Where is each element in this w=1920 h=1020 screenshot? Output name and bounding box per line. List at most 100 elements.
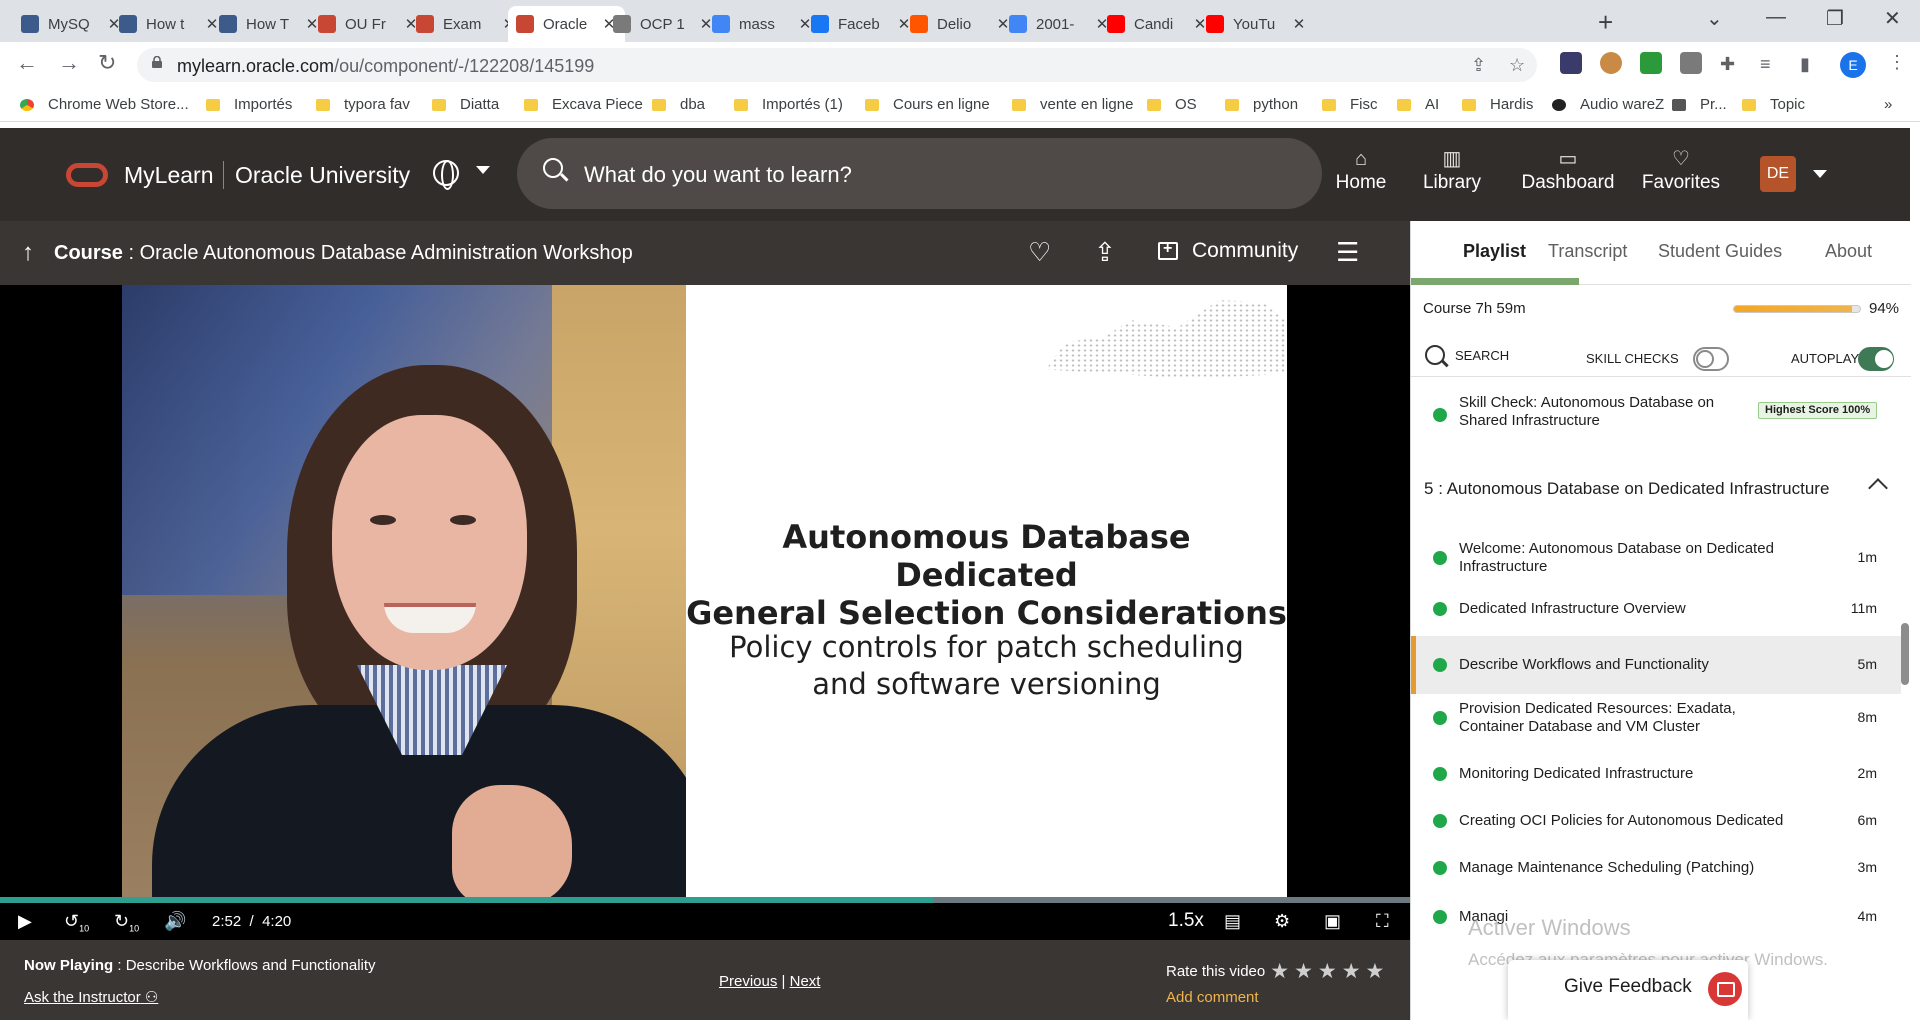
puzzle-icon[interactable]: ✚ — [1720, 54, 1735, 75]
bookmark-item[interactable]: AI — [1397, 96, 1439, 113]
tb-extension-icon[interactable] — [1680, 52, 1702, 74]
tab-transcript[interactable]: Transcript — [1548, 241, 1627, 262]
autoplay-toggle[interactable] — [1858, 347, 1894, 371]
user-menu-caret-icon[interactable] — [1813, 170, 1827, 178]
bookmark-star-icon[interactable]: ☆ — [1509, 55, 1525, 76]
settings-gear-icon[interactable]: ⚙ — [1274, 911, 1290, 932]
chevron-up-icon[interactable] — [1868, 478, 1888, 498]
back-icon[interactable]: ← — [16, 50, 38, 76]
media-icon[interactable]: ≡ — [1760, 54, 1771, 75]
tab-student-guides[interactable]: Student Guides — [1658, 241, 1782, 262]
bookmark-item[interactable]: typora fav — [316, 96, 410, 113]
rating-star-icon[interactable]: ★ — [1366, 960, 1385, 983]
course-title[interactable]: Course : Oracle Autonomous Database Admi… — [54, 242, 633, 265]
picture-in-picture-icon[interactable]: ▣ — [1324, 911, 1341, 932]
tab-search-icon[interactable]: ⌄ — [1706, 6, 1723, 31]
previous-link[interactable]: Previous — [719, 973, 777, 990]
new-tab-button[interactable]: + — [1598, 7, 1613, 38]
tab-about[interactable]: About — [1825, 241, 1872, 262]
cookie-extension-icon[interactable] — [1600, 52, 1622, 74]
bookmark-item[interactable]: Excava Piece — [524, 96, 643, 113]
play-icon[interactable]: ▶ — [18, 911, 32, 932]
give-feedback-button[interactable]: Give Feedback — [1508, 960, 1748, 1020]
bookmark-item[interactable]: vente en ligne — [1012, 96, 1133, 113]
minimize-button[interactable]: — — [1766, 6, 1786, 29]
playlist-toggle-icon[interactable]: ☰ — [1336, 237, 1359, 268]
captions-icon[interactable]: ▤ — [1224, 911, 1241, 932]
nav-dashboard[interactable]: ▭ Dashboard — [1518, 148, 1618, 194]
bookmark-item[interactable]: Diatta — [432, 96, 499, 113]
share-icon[interactable]: ⇪ — [1471, 55, 1486, 76]
rating-star-icon[interactable]: ★ — [1294, 960, 1313, 983]
tab-playlist[interactable]: Playlist — [1463, 241, 1526, 262]
playlist-item[interactable]: Manage Maintenance Scheduling (Patching)… — [1411, 846, 1901, 890]
user-avatar[interactable]: DE — [1760, 156, 1796, 192]
bookmark-item[interactable]: Topic — [1742, 96, 1805, 113]
bookmark-item[interactable]: Importés — [206, 96, 292, 113]
profile-avatar[interactable]: E — [1840, 52, 1866, 78]
bookmark-item[interactable]: Cours en ligne — [865, 96, 990, 113]
brand-name[interactable]: MyLearn — [124, 162, 213, 189]
rating-star-icon[interactable]: ★ — [1318, 960, 1337, 983]
playlist-item[interactable]: Provision Dedicated Resources: Exadata, … — [1411, 688, 1901, 748]
nav-favorites[interactable]: ♡ Favorites — [1636, 148, 1726, 194]
bookmark-label: vente en ligne — [1040, 96, 1134, 113]
tab-close-icon[interactable]: ✕ — [1291, 15, 1307, 33]
bookmark-item[interactable]: Hardis — [1462, 96, 1533, 113]
star-rating[interactable]: ★ ★ ★ ★ ★ — [1265, 959, 1384, 984]
rating-star-icon[interactable]: ★ — [1342, 960, 1361, 983]
fullscreen-icon[interactable]: ⛶ — [1376, 911, 1389, 932]
nav-home[interactable]: ⌂ Home — [1316, 148, 1406, 194]
playlist-item-current[interactable]: Describe Workflows and Functionality 5m — [1411, 636, 1901, 694]
bookmark-item[interactable]: dba — [652, 96, 705, 113]
favorite-heart-icon[interactable]: ♡ — [1028, 237, 1051, 268]
playback-speed-button[interactable]: 1.5x — [1168, 910, 1204, 932]
forward-icon[interactable]: → — [58, 50, 80, 76]
download-extension-icon[interactable] — [1640, 52, 1662, 74]
rewind-icon[interactable]: ↺10 — [64, 911, 89, 934]
next-link[interactable]: Next — [790, 973, 821, 990]
globe-icon[interactable] — [433, 160, 459, 190]
section-header[interactable]: 5 : Autonomous Database on Dedicated Inf… — [1424, 479, 1829, 499]
community-button[interactable]: Community — [1158, 239, 1298, 263]
bookmark-label: Topic — [1770, 96, 1806, 113]
brand-secondary[interactable]: Oracle University — [235, 162, 410, 189]
playlist-item[interactable]: Creating OCI Policies for Autonomous Ded… — [1411, 799, 1901, 843]
address-bar[interactable]: mylearn.oracle.com/ou/component/-/122208… — [137, 48, 1537, 82]
playlist-search-button[interactable]: SEARCH — [1425, 345, 1509, 365]
video-player[interactable]: Autonomous Database Dedicated General Se… — [0, 285, 1410, 940]
playlist-item[interactable]: Dedicated Infrastructure Overview 11m — [1411, 587, 1901, 631]
skill-check-item[interactable]: Skill Check: Autonomous Database on Shar… — [1411, 381, 1901, 441]
volume-icon[interactable]: 🔊 — [164, 911, 186, 932]
browser-tab[interactable]: YouTu ✕ — [1198, 6, 1315, 42]
playlist-item[interactable]: Monitoring Dedicated Infrastructure 2m — [1411, 752, 1901, 796]
nav-library[interactable]: ▥ Library — [1407, 148, 1497, 194]
skill-checks-toggle[interactable] — [1693, 347, 1729, 371]
playlist-item[interactable]: Welcome: Autonomous Database on Dedicate… — [1411, 530, 1901, 586]
oracle-logo-icon[interactable] — [66, 163, 108, 187]
ask-instructor-link[interactable]: Ask the Instructor ⚇ — [24, 988, 158, 1006]
bookmark-item[interactable]: Audio wareZ — [1552, 96, 1664, 113]
bookmark-item[interactable]: Fisc — [1322, 96, 1378, 113]
close-window-button[interactable]: ✕ — [1884, 6, 1901, 31]
scrollbar-thumb[interactable] — [1901, 623, 1909, 685]
bookmark-item[interactable]: Pr... — [1672, 96, 1727, 113]
add-comment-link[interactable]: Add comment — [1166, 989, 1259, 1006]
back-to-course-icon[interactable]: ↑ — [22, 239, 34, 267]
fast-forward-icon[interactable]: ↻10 — [114, 911, 139, 934]
share-icon[interactable]: ⇪ — [1094, 237, 1116, 268]
maximize-button[interactable]: ❐ — [1826, 6, 1844, 31]
bookmark-item[interactable]: Chrome Web Store... — [20, 96, 189, 113]
bookmarks-more-icon[interactable]: » — [1884, 96, 1892, 113]
search-input[interactable]: What do you want to learn? — [517, 138, 1322, 209]
bookmark-item[interactable]: python — [1225, 96, 1298, 113]
menu-kebab-icon[interactable]: ⋮ — [1888, 52, 1906, 73]
language-caret-icon[interactable] — [476, 166, 490, 174]
side-panel-icon[interactable]: ▮ — [1800, 54, 1810, 75]
extension-icon[interactable] — [1560, 52, 1582, 74]
bookmark-item[interactable]: OS — [1147, 96, 1197, 113]
reload-icon[interactable]: ↻ — [98, 50, 116, 76]
rating-star-icon[interactable]: ★ — [1270, 960, 1289, 983]
item-duration: 2m — [1857, 765, 1877, 781]
bookmark-item[interactable]: Importés (1) — [734, 96, 843, 113]
